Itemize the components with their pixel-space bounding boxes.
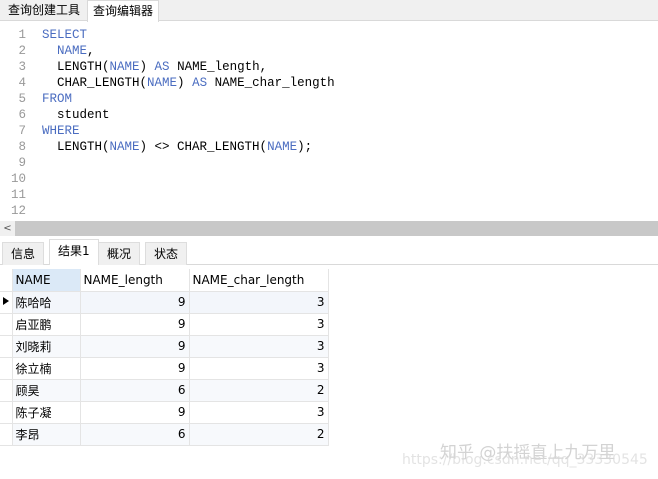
tab-query-builder[interactable]: 查询创建工具: [3, 0, 85, 21]
table-row[interactable]: 刘晓莉 9 3: [0, 335, 329, 358]
sql-text: LENGTH(: [42, 60, 110, 74]
code-line: 9: [0, 155, 42, 171]
tab-status[interactable]: 状态: [145, 242, 188, 265]
table-cell[interactable]: 2: [189, 379, 329, 402]
table-row[interactable]: 启亚鹏 9 3: [0, 313, 329, 336]
line-number: 9: [18, 156, 26, 170]
code-line: 1 SELECT: [0, 27, 87, 43]
current-row-arrow-icon[interactable]: [0, 291, 13, 314]
code-line: 6 student: [0, 107, 110, 123]
csdn-watermark: https://blog.csdn.net/qq_33330545: [402, 452, 648, 468]
table-cell[interactable]: 9: [80, 401, 190, 424]
row-indicator[interactable]: [0, 379, 13, 402]
row-indicator[interactable]: [0, 357, 13, 380]
table-row[interactable]: 李昂 6 2: [0, 423, 329, 446]
result-tab-bar: 信息 结果1 概况 状态: [0, 238, 658, 265]
result-grid: NAME NAME_length NAME_char_length 陈哈哈 9 3 启…: [0, 269, 329, 446]
sql-text: student: [42, 108, 110, 122]
code-line: 5 FROM: [0, 91, 72, 107]
column-header-name-char-length[interactable]: NAME_char_length: [189, 269, 329, 292]
table-row[interactable]: 陈哈哈 9 3: [0, 291, 329, 314]
tab-query-editor[interactable]: 查询编辑器: [87, 0, 160, 22]
line-number: 3: [18, 60, 26, 74]
table-row[interactable]: 徐立楠 9 3: [0, 357, 329, 380]
row-indicator[interactable]: [0, 313, 13, 336]
code-line: 10: [0, 171, 42, 187]
sql-text: NAME_char_length: [207, 76, 335, 90]
sql-keyword: SELECT: [42, 28, 88, 42]
table-cell[interactable]: 9: [80, 313, 190, 336]
line-number: 8: [18, 140, 26, 154]
sql-keyword: FROM: [42, 92, 73, 106]
table-cell[interactable]: 9: [80, 357, 190, 380]
sql-text: CHAR_LENGTH(: [42, 76, 148, 90]
code-line: 3 LENGTH(NAME) AS NAME_length,: [0, 59, 267, 75]
table-cell[interactable]: 9: [80, 335, 190, 358]
tab-result1[interactable]: 结果1: [49, 239, 99, 265]
table-row[interactable]: 顾昊 6 2: [0, 379, 329, 402]
sql-text: LENGTH(: [42, 140, 110, 154]
sql-keyword: NAME: [57, 44, 88, 58]
line-number: 5: [18, 92, 26, 106]
sql-text: );: [297, 140, 313, 154]
table-row[interactable]: 陈子凝 9 3: [0, 401, 329, 424]
table-cell[interactable]: 6: [80, 379, 190, 402]
line-number: 11: [10, 188, 26, 202]
line-number: 7: [18, 124, 26, 138]
table-cell[interactable]: 徐立楠: [12, 357, 81, 380]
sql-editor[interactable]: 1 SELECT 2 NAME, 3 LENGTH(NAME) AS NAME_len…: [0, 22, 658, 220]
sql-keyword: NAME: [147, 76, 178, 90]
table-cell[interactable]: 启亚鹏: [12, 313, 81, 336]
sql-text: ): [139, 60, 155, 74]
row-indicator-header: [0, 269, 13, 292]
line-number: 6: [18, 108, 26, 122]
code-line: 8 LENGTH(NAME) <> CHAR_LENGTH(NAME);: [0, 139, 312, 155]
table-cell[interactable]: 3: [189, 291, 329, 314]
sql-keyword: WHERE: [42, 124, 80, 138]
tab-info[interactable]: 信息: [2, 242, 45, 265]
sql-keyword: AS: [192, 76, 208, 90]
table-cell[interactable]: 刘晓莉: [12, 335, 81, 358]
code-line: 2 NAME,: [0, 43, 95, 59]
line-number: 2: [18, 44, 26, 58]
line-number: 1: [18, 28, 26, 42]
sql-text: ): [177, 76, 193, 90]
row-indicator[interactable]: [0, 401, 13, 424]
line-number: 12: [10, 204, 26, 218]
code-line: 4 CHAR_LENGTH(NAME) AS NAME_char_length: [0, 75, 335, 91]
table-cell[interactable]: 李昂: [12, 423, 81, 446]
row-indicator[interactable]: [0, 423, 13, 446]
sql-text: ) <> CHAR_LENGTH(: [139, 140, 268, 154]
table-cell[interactable]: 3: [189, 313, 329, 336]
column-header-name[interactable]: NAME: [12, 269, 81, 292]
row-indicator[interactable]: [0, 335, 13, 358]
sql-text: NAME_length,: [169, 60, 268, 74]
table-cell[interactable]: 3: [189, 335, 329, 358]
line-number: 10: [10, 172, 26, 186]
sql-keyword: NAME: [109, 60, 140, 74]
table-cell[interactable]: 顾昊: [12, 379, 81, 402]
tab-overview[interactable]: 概况: [98, 242, 141, 265]
table-cell[interactable]: 3: [189, 401, 329, 424]
table-cell[interactable]: 3: [189, 357, 329, 380]
code-line: 7 WHERE: [0, 123, 80, 139]
editor-tab-bar: 查询创建工具 查询编辑器: [0, 0, 658, 22]
code-line: 12: [0, 203, 42, 219]
sql-keyword: NAME: [267, 140, 298, 154]
sql-keyword: NAME: [109, 140, 140, 154]
table-cell[interactable]: 9: [80, 291, 190, 314]
horizontal-scrollbar[interactable]: <: [0, 221, 658, 236]
sql-text: ,: [87, 44, 95, 58]
table-cell[interactable]: 2: [189, 423, 329, 446]
table-cell[interactable]: 陈子凝: [12, 401, 81, 424]
sql-keyword: AS: [154, 60, 170, 74]
code-line: 11: [0, 187, 42, 203]
scroll-left-icon[interactable]: <: [0, 221, 15, 236]
table-cell[interactable]: 陈哈哈: [12, 291, 81, 314]
column-header-name-length[interactable]: NAME_length: [80, 269, 190, 292]
table-cell[interactable]: 6: [80, 423, 190, 446]
line-number: 4: [18, 76, 26, 90]
